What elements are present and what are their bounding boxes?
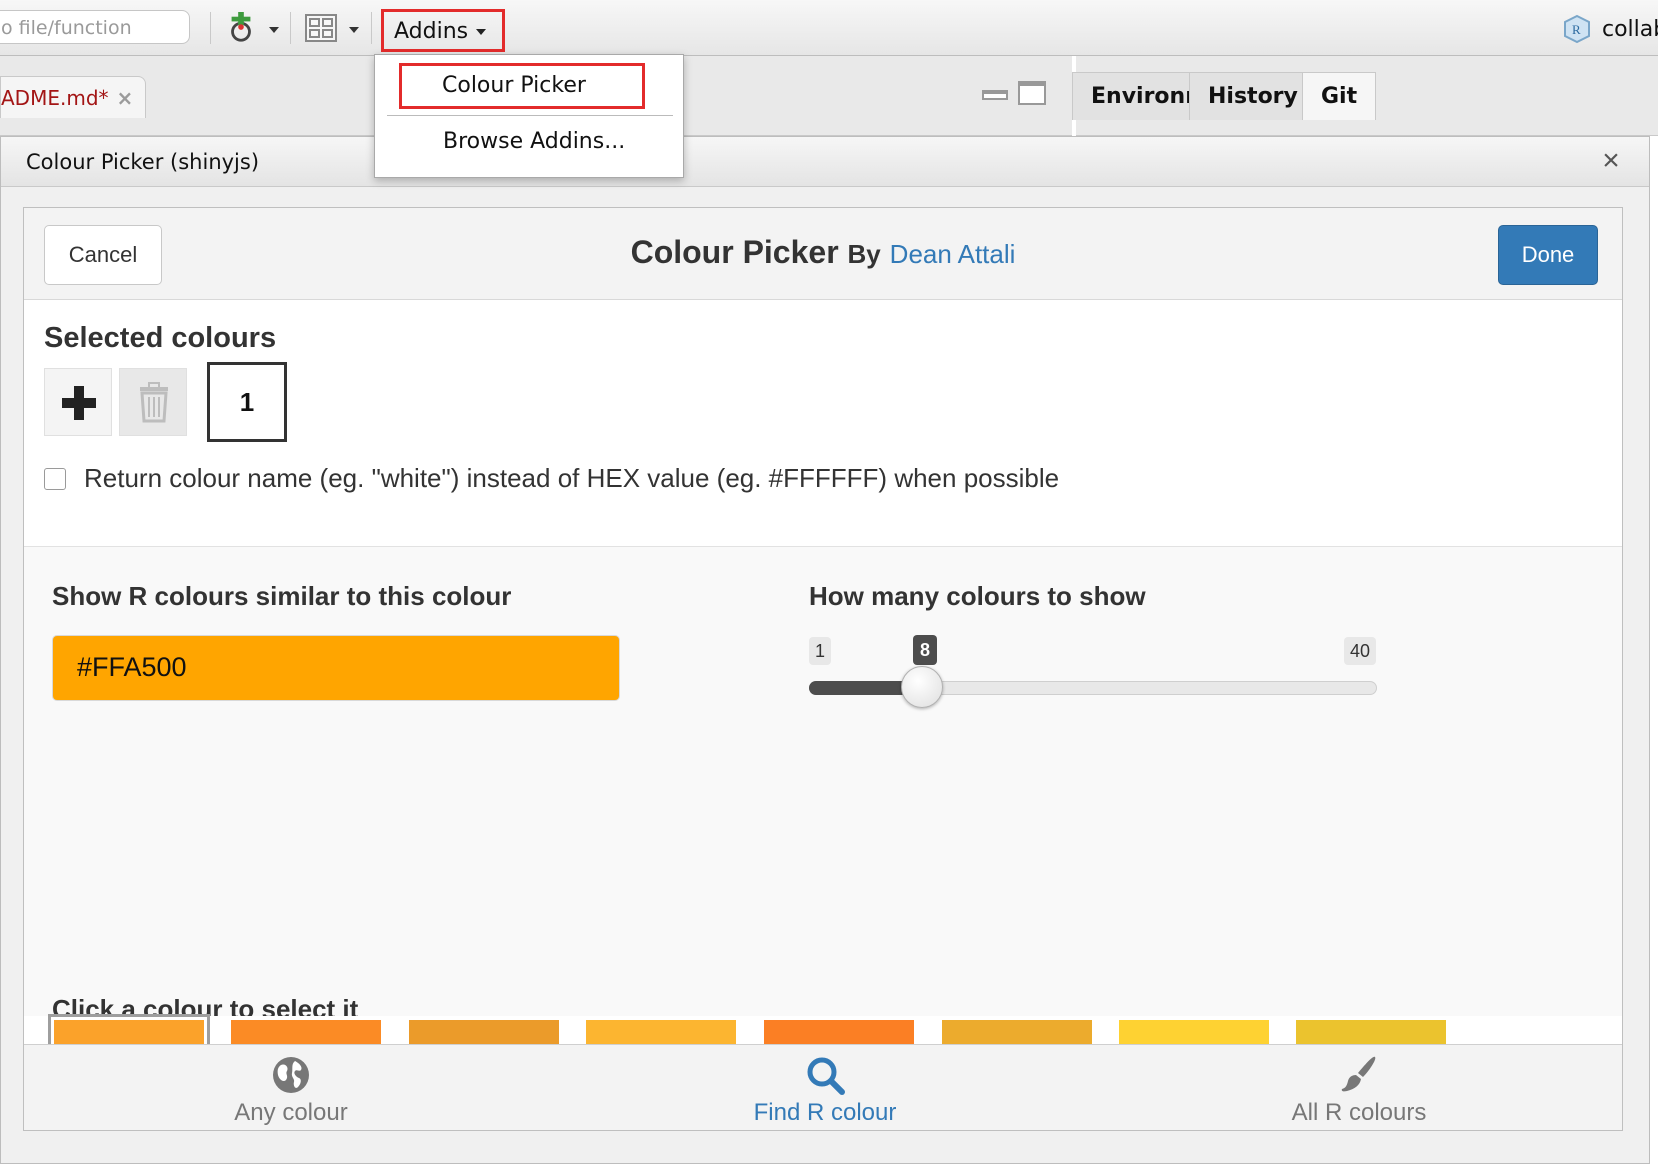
selected-colour-slot[interactable]: 1	[207, 362, 287, 442]
done-button[interactable]: Done	[1498, 225, 1598, 285]
addins-menu-button[interactable]: Addins	[381, 9, 505, 52]
project-menu[interactable]: R collab	[1562, 12, 1658, 46]
colour-count-heading: How many colours to show	[809, 581, 1146, 611]
chevron-down-icon[interactable]	[349, 27, 359, 33]
tab-label: All R colours	[1291, 1099, 1427, 1126]
svg-text:R: R	[1572, 22, 1581, 37]
colour-picker-gadget: Cancel Colour Picker By Dean Attali Done…	[23, 207, 1623, 1131]
close-icon[interactable]: ×	[1596, 143, 1626, 179]
gadget-tab-bar: Any colour Find R colour All R colours	[24, 1044, 1622, 1130]
delete-colour-button[interactable]	[119, 368, 187, 436]
gadget-title-text: Colour Picker	[630, 234, 839, 270]
trash-icon	[140, 382, 168, 423]
menu-divider	[387, 115, 673, 116]
toolbar-separator	[290, 12, 291, 44]
tab-label: Any colour	[234, 1099, 348, 1126]
tab-git[interactable]: Git	[1302, 72, 1377, 120]
add-colour-button[interactable]	[44, 368, 112, 436]
gadget-title-bar: Cancel Colour Picker By Dean Attali Done	[24, 208, 1622, 300]
plus-icon	[62, 386, 96, 420]
minimize-pane-icon[interactable]	[982, 90, 1008, 100]
return-name-checkbox[interactable]	[44, 467, 66, 490]
toolbar-separator	[210, 12, 211, 44]
addins-dropdown-menu: Colour Picker Browse Addins...	[374, 54, 684, 178]
goto-file-function-input[interactable]: o file/function	[0, 10, 190, 44]
maximize-pane-icon[interactable]	[1018, 81, 1046, 105]
dialog-titlebar: Colour Picker (shinyjs) ×	[1, 137, 1649, 187]
r-project-icon: R	[1564, 14, 1590, 44]
editor-file-tab[interactable]: ADME.md* ×	[0, 76, 146, 118]
chevron-down-icon[interactable]	[269, 27, 279, 33]
slider-min-label: 1	[809, 637, 832, 665]
chevron-down-icon	[476, 29, 487, 35]
paintbrush-icon	[1341, 1056, 1376, 1092]
author-link[interactable]: Dean Attali	[890, 239, 1016, 269]
tab-all-r-colours[interactable]: All R colours	[1092, 1045, 1622, 1130]
toolbar-separator	[371, 12, 372, 44]
close-icon[interactable]: ×	[117, 86, 134, 110]
return-name-label: Return colour name (eg. "white") instead…	[84, 463, 1060, 493]
slider-max-label: 40	[1344, 637, 1377, 665]
search-icon	[807, 1057, 845, 1095]
file-tab-label: ADME.md*	[1, 86, 109, 110]
tab-history[interactable]: History	[1189, 72, 1317, 120]
dialog-title: Colour Picker (shinyjs)	[26, 150, 260, 174]
main-toolbar: o file/function Addins R collab	[0, 0, 1658, 56]
project-name: collab	[1602, 16, 1658, 42]
gadget-title: Colour Picker By Dean Attali	[24, 234, 1622, 271]
globe-icon	[273, 1057, 309, 1093]
tab-find-r-colour[interactable]: Find R colour	[558, 1045, 1092, 1130]
return-name-option: Return colour name (eg. "white") instead…	[44, 463, 1059, 494]
find-r-colour-panel: Show R colours similar to this colour #F…	[24, 546, 1622, 1024]
slider-value-label: 8	[913, 635, 937, 665]
pkg-install-icon[interactable]	[228, 12, 254, 44]
menu-item-colour-picker[interactable]: Colour Picker	[399, 63, 645, 109]
gadget-title-by: By	[847, 239, 881, 269]
addins-label: Addins	[394, 19, 469, 44]
grid-layout-icon[interactable]	[305, 12, 337, 44]
slider-handle[interactable]	[901, 666, 944, 708]
tab-any-colour[interactable]: Any colour	[24, 1045, 558, 1130]
addin-dialog-window: Colour Picker (shinyjs) × Cancel Colour …	[0, 136, 1650, 1164]
tab-label: Find R colour	[753, 1099, 897, 1126]
selected-colours-heading: Selected colours	[44, 322, 277, 354]
environment-pane-tabbar: Environment History Git	[1072, 56, 1658, 136]
hex-colour-input[interactable]: #FFA500	[52, 635, 620, 701]
similar-colour-heading: Show R colours similar to this colour	[52, 581, 512, 611]
menu-item-browse-addins[interactable]: Browse Addins...	[377, 129, 681, 154]
